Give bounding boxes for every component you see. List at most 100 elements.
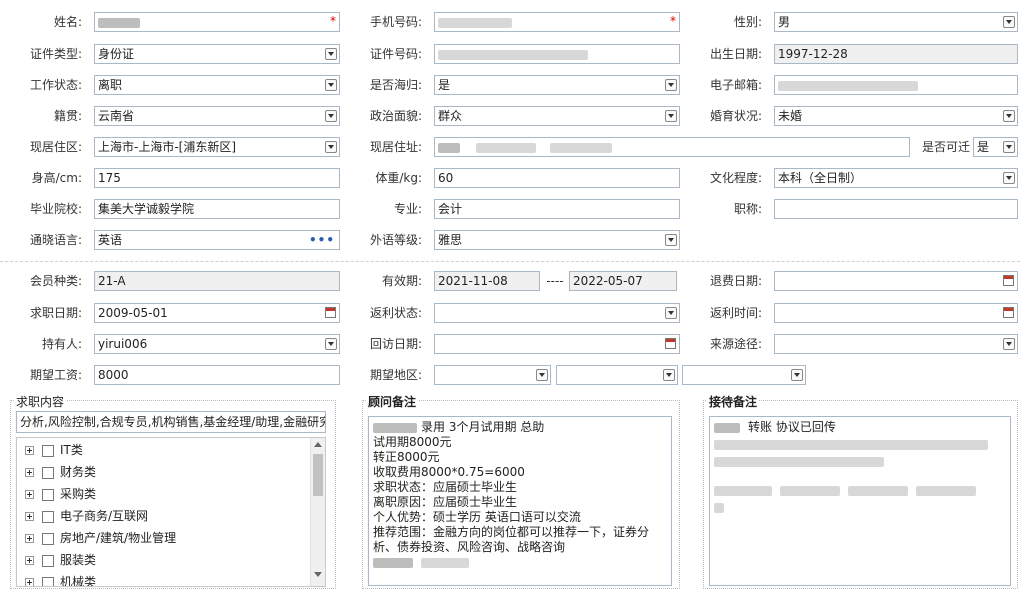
chevron-down-icon[interactable]	[1003, 172, 1015, 184]
chevron-down-icon[interactable]	[1003, 110, 1015, 122]
expand-icon[interactable]	[25, 468, 34, 477]
region-district-select[interactable]	[682, 365, 806, 385]
chevron-down-icon[interactable]	[1003, 338, 1015, 350]
gender-select[interactable]: 男	[774, 12, 1018, 32]
rebate-status-select[interactable]	[434, 303, 680, 323]
tree-item-label: 采购类	[60, 487, 97, 501]
refund-date-input[interactable]	[774, 271, 1018, 291]
native-place-select[interactable]: 云南省	[94, 106, 340, 126]
checkbox[interactable]	[42, 554, 54, 567]
chevron-down-icon[interactable]	[665, 79, 677, 91]
chevron-down-icon[interactable]	[665, 110, 677, 122]
chevron-down-icon[interactable]	[536, 369, 548, 381]
tree-item[interactable]: 采购类	[25, 485, 96, 503]
rebate-time-input[interactable]	[774, 303, 1018, 323]
title-input[interactable]	[774, 199, 1018, 219]
tree-item[interactable]: 电子商务/互联网	[25, 507, 148, 525]
calendar-icon[interactable]	[1003, 275, 1014, 286]
political-select[interactable]: 群众	[434, 106, 680, 126]
work-status-label: 工作状态:	[29, 78, 82, 92]
expand-icon[interactable]	[25, 446, 34, 455]
job-summary-input[interactable]: 分析,风险控制,合规专员,机构销售,基金经理/助理,金融研究	[16, 411, 326, 433]
chevron-down-icon[interactable]	[1003, 16, 1015, 28]
id-no-input[interactable]	[434, 44, 680, 64]
chevron-down-icon[interactable]	[791, 369, 803, 381]
redacted-mobile	[438, 17, 512, 28]
tree-item[interactable]: 财务类	[25, 463, 96, 481]
chevron-down-icon[interactable]	[665, 234, 677, 246]
work-status-select[interactable]: 离职	[94, 75, 340, 95]
reception-notes-textarea[interactable]: 转账 协议已回传	[709, 416, 1011, 586]
salary-input[interactable]: 8000	[94, 365, 340, 385]
source-label: 来源途径:	[709, 337, 762, 351]
marital-label: 婚育状况:	[709, 109, 762, 123]
overseas-select[interactable]: 是	[434, 75, 680, 95]
region-province-select[interactable]	[434, 365, 551, 385]
calendar-icon[interactable]	[665, 338, 676, 349]
note-line	[714, 483, 1006, 498]
valid-from-input[interactable]: 2021-11-08	[434, 271, 540, 291]
tree-item[interactable]: 服装类	[25, 551, 96, 569]
checkbox[interactable]	[42, 466, 54, 479]
id-type-select[interactable]: 身份证	[94, 44, 340, 64]
scroll-thumb[interactable]	[313, 454, 323, 496]
member-type-input[interactable]: 21-A	[94, 271, 340, 291]
chevron-down-icon[interactable]	[325, 110, 337, 122]
scroll-up-icon[interactable]	[314, 442, 322, 447]
chevron-down-icon[interactable]	[663, 369, 675, 381]
expand-icon[interactable]	[25, 512, 34, 521]
calendar-icon[interactable]	[1003, 307, 1014, 318]
holder-select[interactable]: yirui006	[94, 334, 340, 354]
education-select[interactable]: 本科（全日制）	[774, 168, 1018, 188]
relocate-select[interactable]: 是	[973, 137, 1018, 157]
redacted-text	[714, 422, 740, 433]
job-category-tree[interactable]: IT类 财务类 采购类 电子商务/互联网 房地产/建筑/物业管理 服装类 机械类	[16, 437, 326, 587]
relocate-value: 是	[977, 140, 990, 154]
tree-item[interactable]: 房地产/建筑/物业管理	[25, 529, 176, 547]
scroll-down-icon[interactable]	[314, 572, 322, 577]
region-city-select[interactable]	[556, 365, 678, 385]
visit-date-input[interactable]	[434, 334, 680, 354]
foreign-level-select[interactable]: 雅思	[434, 230, 680, 250]
tree-scrollbar[interactable]	[310, 438, 325, 586]
expand-icon[interactable]	[25, 556, 34, 565]
tree-item[interactable]: IT类	[25, 441, 83, 459]
valid-to-input[interactable]: 2022-05-07	[569, 271, 677, 291]
chevron-down-icon[interactable]	[325, 338, 337, 350]
expand-icon[interactable]	[25, 534, 34, 543]
job-date-input[interactable]: 2009-05-01	[94, 303, 340, 323]
checkbox[interactable]	[42, 510, 54, 523]
residence-area-select[interactable]: 上海市-上海市-[浦东新区]	[94, 137, 340, 157]
residence-addr-input[interactable]	[434, 137, 910, 157]
marital-select[interactable]: 未婚	[774, 106, 1018, 126]
education-value: 本科（全日制）	[778, 171, 863, 185]
height-input[interactable]: 175	[94, 168, 340, 188]
advisor-notes-textarea[interactable]: 录用 3个月试用期 总助 试用期8000元 转正8000元 收取费用8000*0…	[368, 416, 672, 586]
school-input[interactable]: 集美大学诚毅学院	[94, 199, 340, 219]
checkbox[interactable]	[42, 488, 54, 501]
chevron-down-icon[interactable]	[665, 307, 677, 319]
calendar-icon[interactable]	[325, 307, 336, 318]
expand-icon[interactable]	[25, 578, 34, 586]
more-icon[interactable]: •••	[309, 231, 335, 249]
tree-item[interactable]: 机械类	[25, 573, 96, 586]
mobile-input[interactable]: *	[434, 12, 680, 32]
id-no-label: 证件号码:	[369, 47, 422, 61]
source-select[interactable]	[774, 334, 1018, 354]
checkbox[interactable]	[42, 444, 54, 457]
language-input[interactable]: 英语 •••	[94, 230, 340, 250]
chevron-down-icon[interactable]	[325, 141, 337, 153]
redacted-email	[778, 80, 918, 91]
major-input[interactable]: 会计	[434, 199, 680, 219]
residence-area-value: 上海市-上海市-[浦东新区]	[98, 140, 237, 154]
name-input[interactable]: *	[94, 12, 340, 32]
weight-input[interactable]: 60	[434, 168, 680, 188]
chevron-down-icon[interactable]	[325, 79, 337, 91]
birth-input[interactable]: 1997-12-28	[774, 44, 1018, 64]
email-input[interactable]	[774, 75, 1018, 95]
expand-icon[interactable]	[25, 490, 34, 499]
chevron-down-icon[interactable]	[325, 48, 337, 60]
checkbox[interactable]	[42, 576, 54, 586]
checkbox[interactable]	[42, 532, 54, 545]
chevron-down-icon[interactable]	[1003, 141, 1015, 153]
